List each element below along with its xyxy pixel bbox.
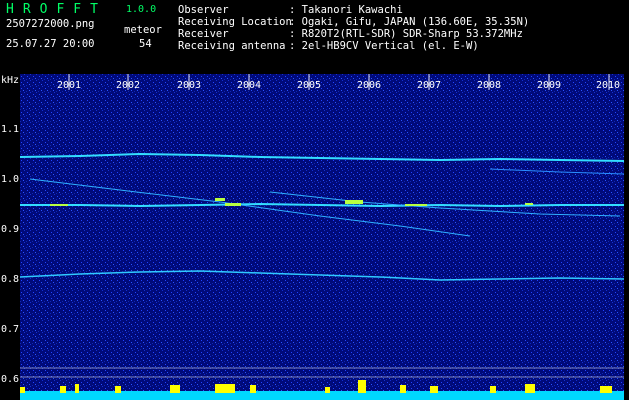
y-tick-label: 1.1 <box>1 124 20 135</box>
x-tick-label: 2008 <box>477 80 502 91</box>
date-time: 25.07.27 20:00 <box>6 38 95 50</box>
x-tick-label: 2003 <box>177 80 202 91</box>
meteor-label: meteor <box>124 24 162 36</box>
app-title: HROFFT <box>6 2 107 17</box>
x-tick-label: 2009 <box>537 80 562 91</box>
x-tick-label: 2002 <box>116 80 141 91</box>
file-name: 2507272000.png <box>6 18 95 30</box>
y-tick-label: 0.9 <box>1 224 20 235</box>
spectrogram: 2001 2002 2003 2004 2005 2006 2007 2008 … <box>20 74 624 400</box>
meteor-count: 54 <box>139 38 152 50</box>
spectrogram-canvas <box>20 74 624 400</box>
noise-background <box>20 74 624 400</box>
y-tick-label: 0.7 <box>1 324 20 335</box>
x-tick-label: 2006 <box>357 80 382 91</box>
x-tick-label: 2005 <box>297 80 322 91</box>
antenna-value: : 2el-HB9CV Vertical (el. E-W) <box>289 40 479 52</box>
y-tick-label: 0.8 <box>1 274 20 285</box>
app-version: 1.0.0 <box>126 4 157 15</box>
x-tick-label: 2007 <box>417 80 442 91</box>
x-tick-label: 2004 <box>237 80 262 91</box>
khz-unit-label: kHz <box>1 75 20 86</box>
y-tick-label: 0.6 <box>1 374 20 385</box>
x-tick-label: 2010 <box>596 80 621 91</box>
y-tick-label: 1.0 <box>1 174 20 185</box>
x-tick-label: 2001 <box>57 80 82 91</box>
antenna-key: Receiving antenna <box>178 40 286 52</box>
